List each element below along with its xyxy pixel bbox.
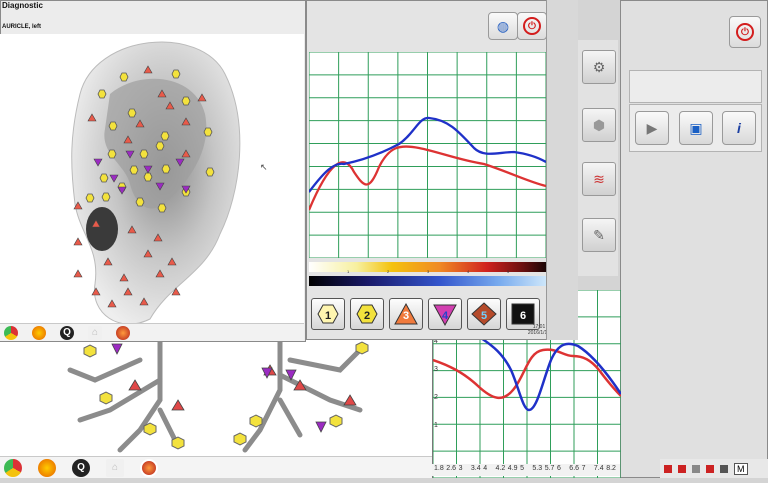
scale-tick: 2 [387, 269, 390, 274]
x-tick-label: 1.8 [434, 465, 444, 472]
lung-drawing [67, 337, 369, 453]
side-tool-3[interactable]: ≋ [582, 162, 616, 196]
tray-icon-a[interactable] [664, 464, 672, 473]
x-tick-label: 7 [581, 465, 586, 472]
diamond-icon: 5 [471, 302, 497, 326]
shape-label: 3 [403, 310, 409, 322]
lung-panel [0, 337, 432, 458]
play-button[interactable]: ▶ [635, 111, 669, 145]
taskbar-inner: Q ⌂ [0, 323, 304, 341]
x-tick-label: 5.7 [544, 465, 555, 472]
side-tool-1[interactable]: ⚙ [582, 50, 616, 84]
top-chart-svg [307, 51, 547, 259]
x-tick-label: 3.4 [470, 465, 481, 472]
home-icon[interactable]: ⌂ [88, 325, 102, 340]
x-tick-label: 7.4 [593, 465, 604, 472]
y-tick-label: 2 [434, 394, 438, 401]
database-button[interactable]: ▣ [679, 111, 713, 145]
x-tick-label: 6.6 [569, 465, 580, 472]
shape-button-2[interactable]: 2 [350, 298, 384, 330]
ear-drawing [71, 41, 241, 325]
x-tick-label: 4 [483, 465, 488, 472]
shape-button-1[interactable]: 1 [311, 298, 345, 330]
waves-icon: ≋ [593, 170, 605, 187]
shape-label: 2 [364, 310, 370, 322]
chrome-icon[interactable] [4, 325, 18, 340]
graph-edge [546, 0, 578, 340]
x-tick-label: 3 [458, 465, 463, 472]
shape-button-4[interactable]: 4 [428, 298, 462, 330]
x-tick-label: 5.3 [532, 465, 543, 472]
tray-icon-e[interactable] [720, 464, 728, 473]
shape-button-5[interactable]: 5 [467, 298, 501, 330]
side-tool-2[interactable]: ⬢ [582, 108, 616, 142]
x-tick-label: 2.6 [446, 465, 457, 472]
window-subtitle: AURICLE, left [2, 24, 41, 30]
cubes-icon: ⬢ [592, 116, 606, 133]
y-tick-label: 3 [434, 366, 438, 373]
tray-icon-d[interactable] [706, 464, 714, 473]
graph-plot [307, 51, 547, 259]
power-icon: ⏻ [736, 23, 754, 41]
y-tick-label: 1 [434, 422, 438, 429]
tool-icon: ⚙ [592, 58, 606, 75]
triangle-up-icon: 3 [394, 302, 418, 325]
x-tick-label: 4.9 [507, 465, 518, 472]
scale-ticks: 123456 [309, 269, 549, 277]
scale-tick: 4 [467, 269, 470, 274]
x-tick-label: 5 [520, 465, 524, 472]
scale-tick: 3 [427, 269, 430, 274]
info-button[interactable]: i [722, 111, 756, 145]
x-tick-label: 8.2 [606, 465, 616, 472]
globe-icon: ◍ [496, 17, 510, 34]
tray-icon-c[interactable] [692, 464, 700, 473]
mouse-cursor: ↖ [260, 162, 268, 172]
x-tick-label: 6 [557, 465, 561, 472]
bottom-x-ticks: 1.8 2.6 3 3.4 4 4.2 4.9 5 5.3 5.7 6 6.6 7 7.4 8.2 [432, 464, 620, 476]
system-tray: M [660, 459, 768, 478]
shape-label: 1 [325, 310, 331, 322]
app-icon[interactable] [140, 458, 158, 477]
app-icon[interactable] [116, 325, 130, 340]
taskbar-main: Q ⌂ [0, 456, 432, 478]
right-empty-field [629, 70, 762, 103]
firefox-icon[interactable] [38, 458, 56, 477]
side-tool-4[interactable]: ✎ [582, 218, 616, 252]
power-icon: ⏻ [523, 17, 541, 35]
graph-power-button[interactable]: ⏻ [517, 12, 547, 40]
window-title: Diagnostic [2, 1, 43, 10]
tray-icon-b[interactable] [678, 464, 686, 473]
right-power-button[interactable]: ⏻ [729, 16, 761, 48]
x-tick-label: 4.2 [495, 465, 506, 472]
firefox-icon[interactable] [32, 325, 46, 340]
play-icon: ▶ [646, 119, 658, 136]
qq-icon[interactable]: Q [60, 325, 74, 340]
hexagon-yellow-icon: 2 [356, 304, 378, 324]
home-icon[interactable]: ⌂ [106, 458, 124, 477]
chrome-icon[interactable] [4, 458, 22, 477]
color-scale-2 [309, 276, 546, 286]
scale-tick: 5 [507, 269, 510, 274]
ear-panel: ↖ [0, 34, 304, 325]
tray-letter[interactable]: M [734, 462, 748, 475]
database-icon: ▣ [689, 119, 703, 136]
wrench-icon: ✎ [593, 226, 605, 243]
triangle-down-icon: 4 [433, 304, 457, 327]
scale-tick: 1 [347, 269, 350, 274]
shape-label: 6 [520, 310, 526, 322]
qq-icon[interactable]: Q [72, 458, 90, 477]
shape-label: 5 [481, 310, 487, 322]
globe-button[interactable]: ◍ [488, 12, 518, 40]
shape-button-3[interactable]: 3 [389, 298, 423, 330]
info-icon: i [737, 120, 741, 136]
shape-label: 4 [442, 310, 449, 322]
hexagon-white-icon: 1 [317, 304, 339, 324]
